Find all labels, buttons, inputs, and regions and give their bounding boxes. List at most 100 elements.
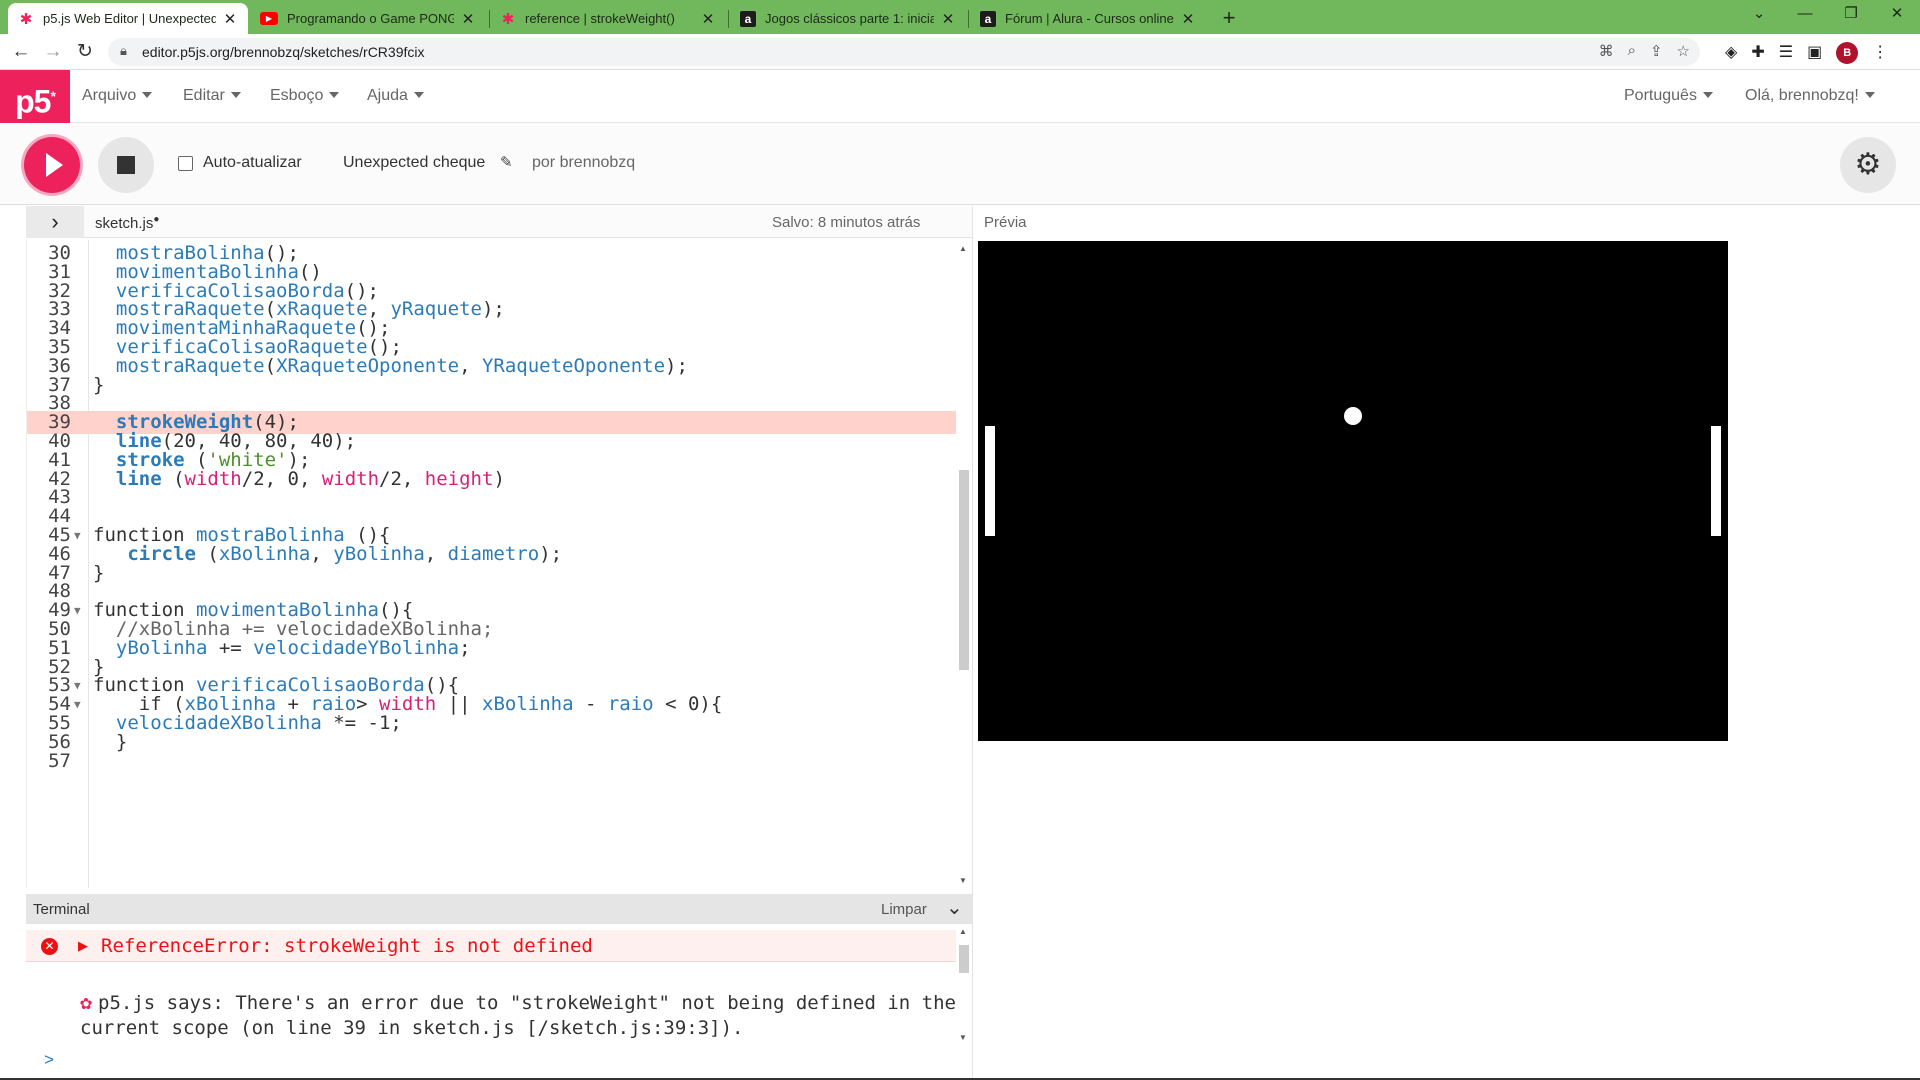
sketch-name[interactable]: Unexpected cheque xyxy=(343,154,485,172)
expand-sidebar-button[interactable]: › xyxy=(26,206,84,238)
browser-tab-p5-editor[interactable]: ✱ p5.js Web Editor | Unexpected ch ✕ xyxy=(8,3,248,34)
pencil-icon[interactable]: ✎ xyxy=(500,153,513,171)
browser-tab-reference[interactable]: ✱ reference | strokeWeight() ✕ xyxy=(490,3,726,34)
close-icon[interactable]: ✕ xyxy=(700,10,716,28)
preview-canvas[interactable] xyxy=(978,241,1728,741)
auto-refresh-checkbox[interactable] xyxy=(178,156,193,171)
browser-tab-youtube[interactable]: ▶ Programando o Game PONG com ✕ xyxy=(250,3,486,34)
collapse-console-icon[interactable]: ⌄ xyxy=(946,895,963,920)
tab-title: Fórum | Alura - Cursos online de xyxy=(1005,11,1174,26)
p5-logo[interactable]: p5* xyxy=(0,70,70,123)
bookmark-star-icon[interactable]: ☆ xyxy=(1677,42,1690,60)
zoom-icon[interactable]: ⌕ xyxy=(1628,42,1636,60)
browser-tab-forum-alura[interactable]: a Fórum | Alura - Cursos online de ✕ xyxy=(970,3,1206,34)
play-button[interactable] xyxy=(24,137,80,193)
menu-ajuda[interactable]: Ajuda xyxy=(367,87,424,105)
chevron-down-icon xyxy=(329,92,340,98)
file-name: sketch.js● xyxy=(95,214,159,232)
browser-menu-icon[interactable]: ⋮ xyxy=(1872,42,1888,64)
alura-icon: a xyxy=(740,10,756,27)
p5-flower-icon: ✿ xyxy=(80,990,93,1014)
close-icon[interactable]: ✕ xyxy=(222,10,238,28)
console-prompt[interactable]: > xyxy=(44,1050,54,1070)
restore-button[interactable]: ❐ xyxy=(1828,0,1874,30)
scroll-up-icon[interactable]: ▲ xyxy=(959,244,967,253)
tab-search-icon[interactable]: ⌄ xyxy=(1736,0,1782,30)
share-icon[interactable]: ⇪ xyxy=(1650,42,1663,60)
chevron-down-icon xyxy=(230,92,241,98)
menu-label: Arquivo xyxy=(82,87,137,104)
close-icon[interactable]: ✕ xyxy=(940,10,956,28)
reload-button[interactable]: ↻ xyxy=(71,38,99,66)
player-paddle xyxy=(985,426,995,536)
stop-button[interactable] xyxy=(98,137,154,193)
close-icon[interactable]: ✕ xyxy=(1180,10,1196,28)
menu-editar[interactable]: Editar xyxy=(183,87,241,105)
browser-toolbar: ← → ↻ 🔒︎ editor.p5js.org/brennobzq/sketc… xyxy=(0,34,1920,70)
console-error-row[interactable]: ✕ ▶ ReferenceError: strokeWeight is not … xyxy=(26,930,956,962)
code-scrollbar[interactable]: ▲ ▼ xyxy=(956,240,972,888)
profile-avatar-icon[interactable]: B xyxy=(1836,42,1859,64)
language-label: Português xyxy=(1624,87,1697,104)
error-message: ReferenceError: strokeWeight is not defi… xyxy=(101,935,593,957)
scroll-thumb[interactable] xyxy=(959,945,969,973)
expand-triangle-icon[interactable]: ▶ xyxy=(78,938,88,954)
tab-title: p5.js Web Editor | Unexpected ch xyxy=(43,11,216,26)
p5-asterisk-icon: ✱ xyxy=(19,10,33,28)
minimize-button[interactable]: — xyxy=(1782,0,1828,30)
menu-label: Ajuda xyxy=(367,87,408,104)
address-bar[interactable]: 🔒︎ editor.p5js.org/brennobzq/sketches/rC… xyxy=(108,38,1700,66)
browser-tab-jogos-classicos[interactable]: a Jogos clássicos parte 1: iniciando ✕ xyxy=(730,3,966,34)
scroll-down-icon[interactable]: ▼ xyxy=(959,876,967,885)
scroll-down-icon[interactable]: ▼ xyxy=(959,1033,967,1042)
opponent-paddle xyxy=(1711,426,1721,536)
new-tab-button[interactable]: + xyxy=(1216,5,1242,31)
file-bar: › sketch.js● Salvo: 8 minutos atrás xyxy=(26,206,972,238)
auto-refresh-label: Auto-atualizar xyxy=(203,154,302,171)
tab-title: reference | strokeWeight() xyxy=(525,11,675,26)
tab-title: Jogos clássicos parte 1: iniciando xyxy=(765,11,934,26)
panel-divider[interactable] xyxy=(972,206,973,1080)
youtube-icon: ▶ xyxy=(260,12,278,25)
lock-icon: 🔒︎ xyxy=(120,43,127,58)
chevron-down-icon xyxy=(413,92,424,98)
chevron-down-icon xyxy=(142,92,153,98)
p5-friendly-error: ✿ p5.js says: There's an error due to "st… xyxy=(80,990,960,1041)
p5-asterisk-icon: ✱ xyxy=(501,10,515,28)
menu-arquivo[interactable]: Arquivo xyxy=(82,87,153,105)
console-scrollbar[interactable]: ▲ ▼ xyxy=(956,925,972,1045)
chevron-down-icon xyxy=(1864,92,1875,98)
console-clear-button[interactable]: Limpar xyxy=(881,901,927,918)
editor-nav: p5* Arquivo Editar Esboço Ajuda Portuguê… xyxy=(0,70,1920,123)
settings-gear-button[interactable]: ⚙ xyxy=(1840,137,1896,193)
puzzle-icon[interactable]: ✚ xyxy=(1751,42,1764,64)
code-line[interactable]: 57 xyxy=(27,750,956,773)
saved-status: Salvo: 8 minutos atrás xyxy=(772,214,921,231)
line-number: 57 xyxy=(48,749,71,772)
scroll-thumb[interactable] xyxy=(959,470,969,670)
scroll-up-icon[interactable]: ▲ xyxy=(959,927,967,936)
user-menu[interactable]: Olá, brennobzq! xyxy=(1745,87,1875,105)
close-icon[interactable]: ✕ xyxy=(460,10,476,28)
unsaved-dot-icon: ● xyxy=(153,214,160,225)
back-button[interactable]: ← xyxy=(7,38,35,66)
menu-label: Esboço xyxy=(270,87,324,104)
user-greeting: Olá, brennobzq! xyxy=(1745,87,1859,104)
alura-icon: a xyxy=(980,10,996,27)
sketch-toolbar: Auto-atualizar Unexpected cheque ✎ por b… xyxy=(0,123,1920,205)
chevron-down-icon xyxy=(1702,92,1713,98)
forward-button[interactable]: → xyxy=(39,38,67,66)
translate-icon[interactable]: ⌘ xyxy=(1599,42,1614,60)
extension-icon[interactable]: ◈ xyxy=(1725,42,1737,64)
p5-friendly-error-text: p5.js says: There's an error due to "str… xyxy=(80,992,956,1039)
console-body: ✕ ▶ ReferenceError: strokeWeight is not … xyxy=(26,925,956,1055)
preview-label: Prévia xyxy=(984,214,1027,231)
tab-separator xyxy=(728,10,729,28)
reading-list-icon[interactable]: ☰ xyxy=(1779,42,1793,64)
code-editor[interactable]: 30 mostraBolinha(); 31 movimentaBolinha()… xyxy=(26,240,956,888)
menu-esboco[interactable]: Esboço xyxy=(270,87,340,105)
file-name-text: sketch.js xyxy=(95,215,154,232)
window-close-button[interactable]: ✕ xyxy=(1874,0,1920,30)
side-panel-icon[interactable]: ▣ xyxy=(1807,42,1822,64)
language-menu[interactable]: Português xyxy=(1624,87,1713,105)
